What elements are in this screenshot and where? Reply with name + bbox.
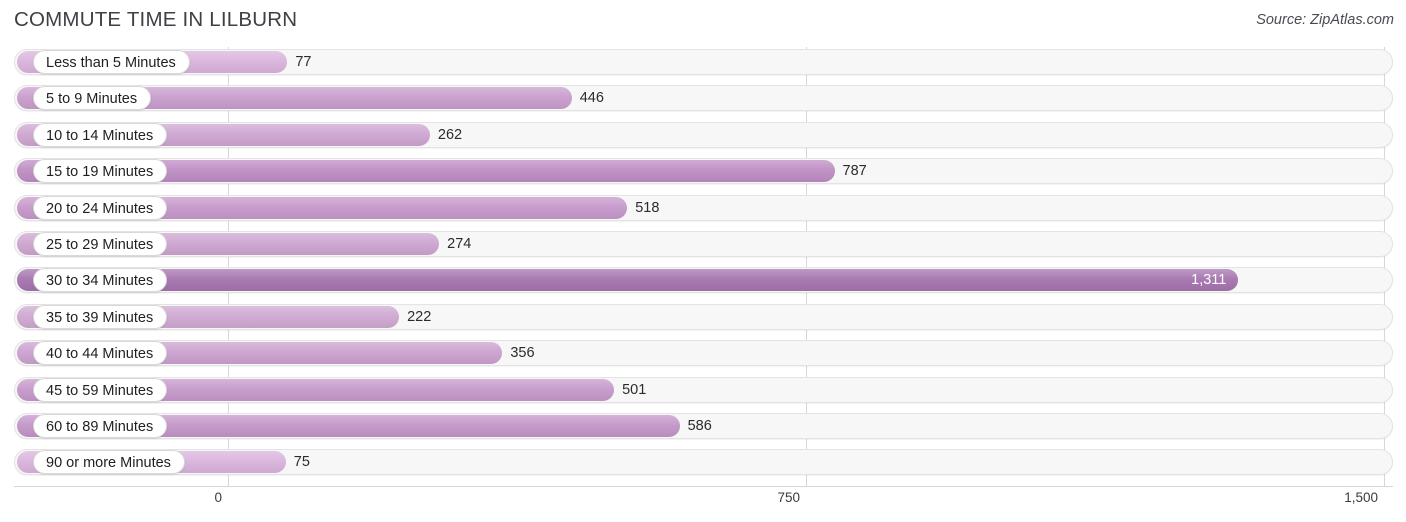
bar-value-label: 518 — [635, 199, 660, 216]
category-label: 45 to 59 Minutes — [33, 377, 168, 402]
category-label: 5 to 9 Minutes — [33, 86, 152, 111]
axis-line — [14, 486, 1393, 487]
category-label: 30 to 34 Minutes — [33, 268, 168, 293]
category-label: 35 to 39 Minutes — [33, 304, 168, 329]
bar-value-label: 787 — [842, 163, 867, 180]
bar-gloss — [17, 269, 1239, 292]
page-title: COMMUTE TIME IN LILBURN — [14, 8, 298, 31]
category-label: 90 or more Minutes — [33, 450, 185, 475]
x-tick-label: 750 — [777, 490, 800, 505]
bar-value-label: 77 — [295, 54, 312, 70]
category-label: 10 to 14 Minutes — [33, 122, 168, 147]
bar-value-label: 501 — [622, 381, 647, 398]
chart-root: COMMUTE TIME IN LILBURN Source: ZipAtlas… — [0, 0, 1406, 522]
bar-row[interactable]: 25 to 29 Minutes 274 — [0, 229, 1406, 259]
bar-row[interactable]: 60 to 89 Minutes 586 — [0, 411, 1406, 441]
bar-value-label: 1,311 — [1191, 272, 1227, 289]
bar-value-label: 222 — [407, 308, 432, 325]
bar[interactable] — [17, 269, 1239, 292]
bar-row[interactable]: 35 to 39 Minutes 222 — [0, 302, 1406, 332]
bar-row[interactable]: 10 to 14 Minutes 262 — [0, 120, 1406, 150]
source-attribution: Source: ZipAtlas.com — [1256, 12, 1394, 28]
category-label: 20 to 24 Minutes — [33, 195, 168, 220]
x-tick-label: 1,500 — [1344, 490, 1378, 505]
category-label: 25 to 29 Minutes — [33, 231, 168, 256]
bar-row[interactable]: 5 to 9 Minutes 446 — [0, 83, 1406, 113]
x-axis: 0 750 1,500 — [0, 486, 1406, 522]
bar-value-label: 262 — [437, 126, 463, 143]
bar-row[interactable]: 15 to 19 Minutes 787 — [0, 156, 1406, 186]
bar-row[interactable]: 45 to 59 Minutes 501 — [0, 375, 1406, 405]
bar-row[interactable]: 30 to 34 Minutes 1,311 — [0, 265, 1406, 295]
plot-area: Less than 5 Minutes 77 5 to 9 Minutes 446 10… — [0, 47, 1406, 487]
x-tick-label: 0 — [214, 490, 222, 505]
bar-value-label: 446 — [579, 90, 604, 107]
category-label: 40 to 44 Minutes — [33, 341, 168, 366]
bar-value-label: 586 — [687, 417, 712, 434]
category-label: 15 to 19 Minutes — [33, 159, 168, 184]
bar-row[interactable]: 40 to 44 Minutes 356 — [0, 338, 1406, 368]
category-label: Less than 5 Minutes — [33, 50, 190, 74]
bar-value-label: 75 — [293, 454, 310, 471]
bar-row[interactable]: 20 to 24 Minutes 518 — [0, 193, 1406, 223]
bar-value-label: 274 — [447, 235, 472, 252]
bar-rows: Less than 5 Minutes 77 5 to 9 Minutes 446 10… — [0, 47, 1406, 484]
bar-value-label: 356 — [510, 345, 535, 362]
category-label: 60 to 89 Minutes — [33, 413, 168, 438]
bar-row[interactable]: Less than 5 Minutes 77 — [0, 47, 1406, 77]
bar-row[interactable]: 90 or more Minutes 75 — [0, 447, 1406, 477]
